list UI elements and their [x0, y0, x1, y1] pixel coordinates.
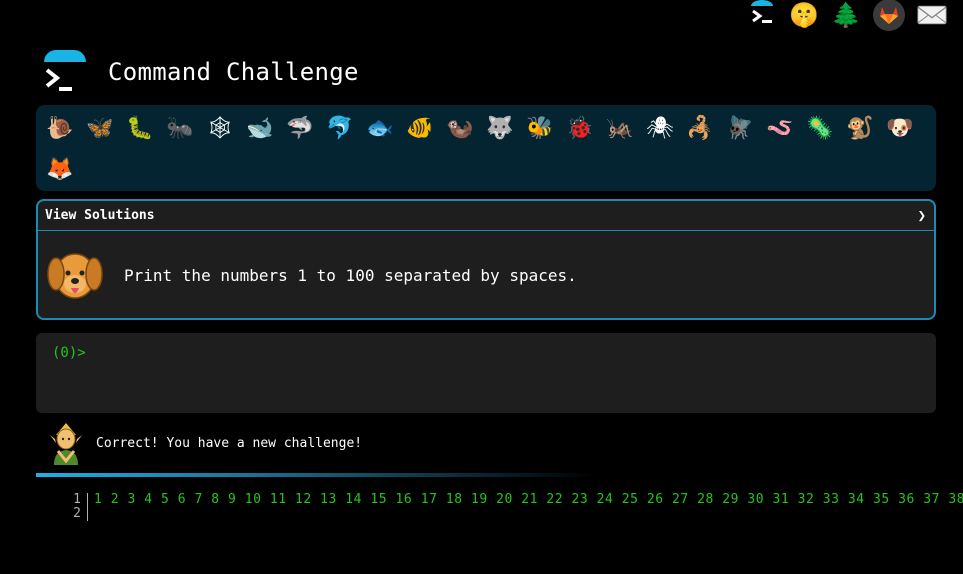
gitlab-icon[interactable]: [873, 0, 905, 31]
fly-icon[interactable]: 🪰: [720, 109, 760, 149]
snail-icon[interactable]: 🐌: [40, 109, 80, 149]
shushing-face-icon[interactable]: 🤫: [789, 0, 819, 30]
command-output: 1 1 2 3 4 5 6 7 8 9 10 11 12 13 14 15 16 …: [60, 493, 963, 533]
fish-icon[interactable]: 🐟: [360, 109, 400, 149]
caterpillar-icon[interactable]: 🐛: [120, 109, 160, 149]
status-message: Correct! You have a new challenge!: [48, 420, 362, 466]
chevron-right-icon: ❯: [917, 207, 926, 224]
butterfly-icon[interactable]: 🦋: [80, 109, 120, 149]
status-message-text: Correct! You have a new challenge!: [96, 435, 363, 451]
app-root: 🤫 🌲 Command Challenge 🐌 🦋 🐛 🐜 🕸 🐋 🦈 🐬 🐟 …: [0, 0, 963, 574]
cricket-icon[interactable]: 🦗: [600, 109, 640, 149]
dog-icon[interactable]: 🐶: [880, 109, 920, 149]
challenge-body: Print the numbers 1 to 100 separated by …: [38, 231, 934, 318]
otter-icon[interactable]: 🦦: [440, 109, 480, 149]
monkey-icon[interactable]: 🐒: [840, 109, 880, 149]
microbe-icon[interactable]: 🦠: [800, 109, 840, 149]
spiderweb-icon[interactable]: 🕸: [200, 109, 240, 149]
page-title: Command Challenge: [108, 58, 359, 86]
divider: [36, 473, 596, 477]
command-challenge-logo-icon[interactable]: [40, 48, 90, 96]
completed-challenges-bar: 🐌 🦋 🐛 🐜 🕸 🐋 🦈 🐬 🐟 🐠 🦦 🐺 🐝 🐞 🦗 🕷 🦂 🪰 🪱 🦠 🐒 🐶 🦊: [36, 105, 936, 191]
view-solutions-label: View Solutions: [45, 208, 155, 223]
page-header: Command Challenge: [40, 42, 359, 102]
terminal-input[interactable]: (0)>: [36, 333, 936, 413]
command-challenge-logo-icon[interactable]: [747, 0, 777, 30]
elf-icon: [50, 423, 82, 465]
bee-icon[interactable]: 🐝: [520, 109, 560, 149]
challenge-card: View Solutions ❯ Print the numbers 1 to …: [36, 199, 936, 320]
wolf-icon[interactable]: 🐺: [480, 109, 520, 149]
ant-icon[interactable]: 🐜: [160, 109, 200, 149]
scorpion-icon[interactable]: 🦂: [680, 109, 720, 149]
output-line: 2: [60, 507, 963, 521]
view-solutions-toggle[interactable]: View Solutions ❯: [38, 201, 934, 231]
challenge-text: Print the numbers 1 to 100 separated by …: [124, 265, 577, 285]
tropical-fish-icon[interactable]: 🐠: [400, 109, 440, 149]
dolphin-icon[interactable]: 🐬: [320, 109, 360, 149]
top-nav-icons: 🤫 🌲: [747, 0, 947, 31]
line-number: 2: [60, 507, 88, 521]
output-text: 1 2 3 4 5 6 7 8 9 10 11 12 13 14 15 16 1…: [94, 493, 963, 507]
dog-face-icon: [47, 253, 103, 299]
shark-icon[interactable]: 🦈: [280, 109, 320, 149]
whale-icon[interactable]: 🐋: [240, 109, 280, 149]
output-line: 1 1 2 3 4 5 6 7 8 9 10 11 12 13 14 15 16 …: [60, 493, 963, 507]
worm-icon[interactable]: 🪱: [760, 109, 800, 149]
tree-icon[interactable]: 🌲: [831, 0, 861, 30]
terminal-prompt: (0)>: [52, 345, 86, 361]
fox-icon[interactable]: 🦊: [40, 150, 80, 190]
mail-icon[interactable]: [917, 0, 947, 30]
ladybug-icon[interactable]: 🐞: [560, 109, 600, 149]
line-number: 1: [60, 493, 88, 507]
spider-icon[interactable]: 🕷: [640, 109, 680, 149]
